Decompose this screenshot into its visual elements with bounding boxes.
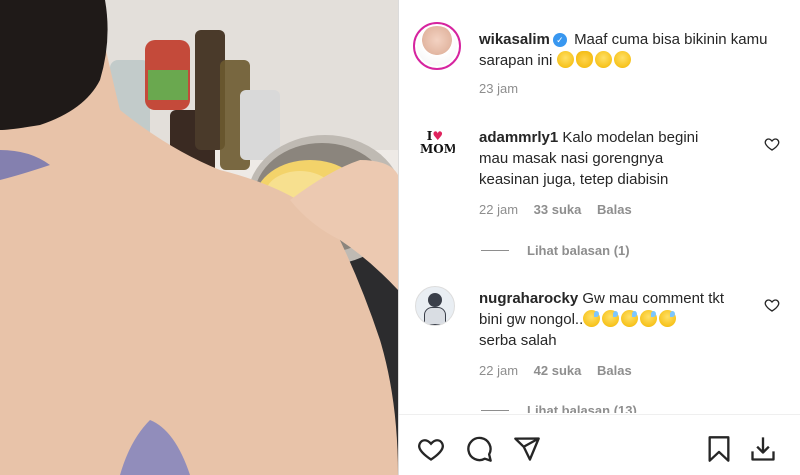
post-image (0, 0, 398, 475)
ok-hand-emoji-icon (575, 51, 593, 68)
commenter-avatar[interactable] (415, 286, 455, 326)
reply-button[interactable]: Balas (597, 202, 632, 217)
sweat-smile-emoji-icon (583, 310, 601, 327)
view-replies-label[interactable]: Lihat balasan (13) (527, 403, 637, 413)
comment-meta: 22 jam 33 suka Balas (479, 202, 644, 217)
sweat-smile-emoji-icon (602, 310, 620, 327)
avatar-head (428, 293, 442, 307)
bookmark-icon[interactable] (705, 435, 733, 463)
comments-list[interactable]: wikasalim ✓ Maaf cuma bisa bikinin kamu s… (399, 0, 800, 413)
view-replies-label[interactable]: Lihat balasan (1) (527, 243, 630, 258)
comments-panel: wikasalim ✓ Maaf cuma bisa bikinin kamu s… (399, 0, 800, 475)
comment-icon[interactable] (465, 435, 493, 463)
sweat-smile-emoji-icon (640, 310, 658, 327)
commenter-avatar[interactable]: I♥ MOM (415, 128, 455, 168)
author-avatar-image (417, 26, 457, 66)
verified-icon: ✓ (552, 33, 567, 47)
avatar-logo: I♥ MOM (420, 129, 455, 156)
author-avatar[interactable] (413, 22, 461, 70)
heart-icon[interactable] (417, 435, 445, 463)
comment-text-line3: keasinan juga, tetep diabisin (479, 171, 669, 188)
view-replies-button[interactable]: Lihat balasan (1) (481, 243, 630, 258)
winking-tongue-emoji-icon (594, 51, 612, 68)
author-username[interactable]: wikasalim (479, 31, 550, 48)
grin-emoji-icon (556, 51, 574, 68)
comment-meta: 22 jam 42 suka Balas (479, 363, 644, 378)
comment-text-line2: mau masak nasi gorengnya (479, 150, 664, 167)
comment-like-heart-icon[interactable] (764, 136, 780, 152)
avatar-body (424, 307, 446, 325)
heart-glyph-icon: ♥ (432, 129, 444, 143)
comment-likes[interactable]: 33 suka (534, 202, 582, 217)
reply-button[interactable]: Balas (597, 363, 632, 378)
commenter-username[interactable]: adammrly1 (479, 129, 558, 146)
commenter-username[interactable]: nugraharocky (479, 290, 578, 307)
comment-body: nugraharocky Gw mau comment tkt bini gw … (479, 288, 759, 351)
comment-text-line1: Gw mau comment tkt (582, 290, 725, 307)
post-image-illustration (0, 0, 398, 475)
comment-time: 22 jam (479, 363, 519, 378)
comment-body: adammrly1 Kalo modelan begini mau masak … (479, 127, 759, 190)
post-caption: wikasalim ✓ Maaf cuma bisa bikinin kamu s… (479, 29, 779, 71)
comment-time: 22 jam (479, 202, 519, 217)
comment-text-line1: Kalo modelan begini (562, 129, 699, 146)
comment-likes[interactable]: 42 suka (534, 363, 582, 378)
sweat-smile-emoji-icon (621, 310, 639, 327)
comment-text-line3: serba salah (479, 332, 557, 349)
action-bar (399, 414, 800, 475)
sweat-smile-emoji-icon (659, 310, 677, 327)
comment-text-line2: bini gw nongol.. (479, 311, 584, 328)
view-replies-line (481, 410, 509, 411)
yum-emoji-icon (613, 51, 631, 68)
caption-time: 23 jam (479, 81, 519, 96)
view-replies-line (481, 250, 509, 251)
download-icon[interactable] (749, 435, 777, 463)
view-replies-button[interactable]: Lihat balasan (13) (481, 403, 637, 413)
comment-like-heart-icon[interactable] (764, 297, 780, 313)
share-icon[interactable] (513, 435, 541, 463)
avatar-logo-word: MOM (420, 142, 455, 156)
